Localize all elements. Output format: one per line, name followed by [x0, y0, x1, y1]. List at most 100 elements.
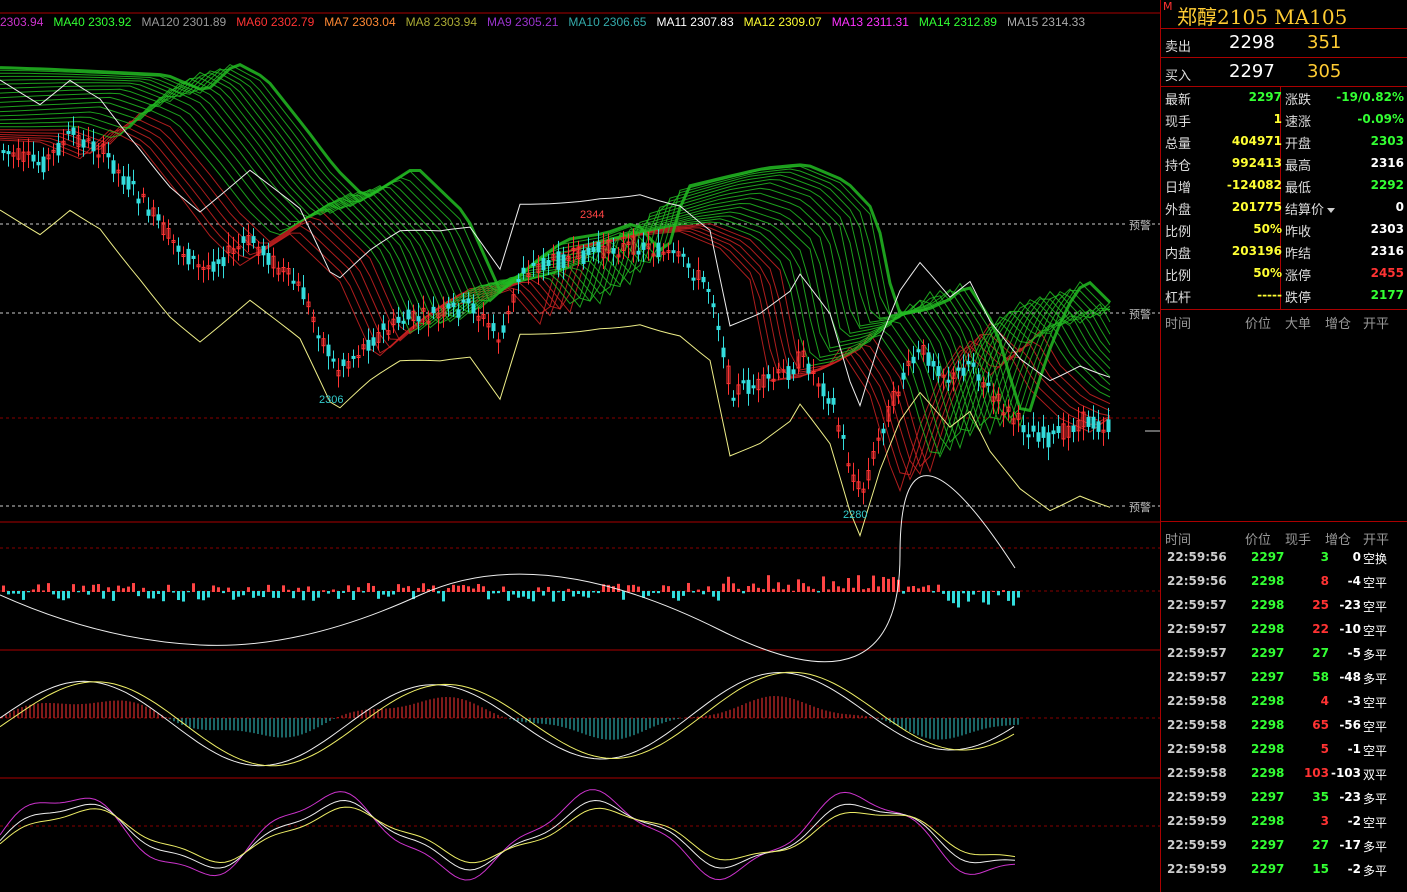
volume-bar: [622, 591, 625, 600]
volume-bar: [867, 588, 870, 592]
volume-bar: [57, 591, 60, 599]
candle-body: [691, 277, 696, 281]
quote-label: 涨跌: [1285, 93, 1312, 108]
volume-bar: [652, 591, 655, 593]
candle-body: [961, 367, 966, 376]
tick-vol: 27: [1312, 646, 1329, 660]
tick-type: 多平: [1363, 672, 1388, 686]
volume-bar: [787, 584, 790, 592]
volume-bar: [192, 583, 195, 592]
tick-time: 22:59:57: [1167, 622, 1227, 636]
tick-time: 22:59:57: [1167, 646, 1227, 660]
volume-bar: [132, 583, 135, 592]
tick-price: 2298: [1251, 622, 1285, 636]
quote-row: 总量 404971 开盘 2303: [1161, 131, 1407, 153]
candle-body: [156, 214, 161, 221]
candle-body: [501, 325, 506, 333]
candle-body: [416, 316, 421, 322]
candle-body: [261, 245, 266, 256]
volume-bar: [612, 586, 615, 592]
quote-label: 内盘: [1165, 247, 1192, 262]
candle-body: [1106, 419, 1111, 433]
candle-body: [106, 153, 111, 158]
column-header: 价位: [1245, 317, 1272, 332]
tick-chg: -17: [1339, 838, 1361, 852]
volume-bar: [397, 584, 400, 592]
candle-body: [81, 139, 86, 148]
kdj-line: [0, 799, 1016, 871]
tick-row: 22:59:57 2297 58 -48 多平: [1161, 666, 1407, 690]
candle-body: [461, 299, 466, 303]
kdj-line: [0, 806, 1016, 864]
volume-bar: [557, 591, 560, 593]
volume-bar: [67, 591, 70, 599]
quote-value: 50%: [1253, 222, 1282, 236]
quote-row: 持仓 992413 最高 2316: [1161, 153, 1407, 175]
volume-bar: [547, 586, 550, 592]
volume-bar: [32, 589, 35, 592]
dropdown-arrow-icon[interactable]: [1327, 208, 1336, 213]
tick-chg: -103: [1330, 766, 1361, 780]
candle-body: [451, 302, 456, 308]
quote-value: 1: [1273, 112, 1282, 126]
contract-title[interactable]: 郑醇2105 MA105: [1177, 1, 1347, 30]
candle-body: [331, 358, 336, 362]
volume-bar: [172, 591, 175, 593]
kline-chart-area[interactable]: 2303.94 MA40 2303.92 MA120 2301.89 MA60 230…: [0, 0, 1160, 892]
ma-legend-item: MA9 2305.21: [487, 15, 559, 29]
volume-bar: [292, 591, 295, 599]
volume-bar: [512, 591, 515, 595]
volume-bar: [282, 585, 285, 592]
ma-legend-item: MA40 2303.92: [53, 15, 132, 29]
volume-bar: [877, 586, 880, 592]
volume-bar: [672, 591, 675, 599]
candle-body: [1096, 421, 1101, 432]
volume-bar: [307, 586, 310, 592]
volume-bar: [912, 585, 915, 592]
volume-bar: [752, 583, 755, 592]
volume-bar: [147, 591, 150, 599]
volume-bar: [177, 591, 180, 601]
candle-body: [146, 209, 151, 216]
candle-body: [1086, 416, 1091, 427]
candle-body: [806, 363, 811, 374]
kline-chart-svg[interactable]: [0, 0, 1160, 892]
volume-bar: [502, 586, 505, 592]
tick-price: 2297: [1251, 670, 1285, 684]
candle-body: [66, 130, 71, 134]
warning-line-label-1[interactable]: 预警: [1128, 217, 1152, 233]
volume-bar: [982, 591, 985, 603]
volume-bar: [952, 591, 955, 604]
tick-type: 多平: [1363, 864, 1388, 878]
volume-bar: [702, 591, 705, 595]
candle-body: [976, 374, 981, 381]
tick-row: 22:59:58 2298 65 -56 空平: [1161, 714, 1407, 738]
quote-row: 内盘 203196 昨结 2316: [1161, 241, 1407, 263]
candle-body: [986, 382, 991, 386]
candle-body: [681, 253, 686, 257]
quote-row: 日增 -124082 最低 2292: [1161, 175, 1407, 197]
volume-bar: [792, 590, 795, 592]
tick-vol: 35: [1312, 790, 1329, 804]
tick-list[interactable]: 22:59:56 2297 3 0 空换 22:59:56 2298 8 -4 空平 22:59:5…: [1161, 546, 1407, 892]
column-header: 大单: [1285, 317, 1312, 332]
volume-bar: [37, 584, 40, 592]
volume-bar: [697, 589, 700, 592]
quote-row: 最新 2297 涨跌 -19/0.82%: [1161, 87, 1407, 109]
candle-body: [531, 262, 536, 266]
volume-bar: [392, 591, 395, 595]
candle-body: [71, 127, 76, 135]
quote-value: 201775: [1231, 200, 1282, 214]
candle-body: [211, 261, 216, 272]
quote-value: 50%: [1253, 266, 1282, 280]
volume-bar: [7, 591, 10, 595]
warning-line-label-3[interactable]: 预警: [1128, 499, 1152, 515]
tick-vol: 25: [1312, 598, 1329, 612]
volume-bar: [577, 591, 580, 594]
volume-bar: [1002, 590, 1005, 592]
warning-line-label-2[interactable]: 预警: [1128, 306, 1152, 322]
volume-bar: [422, 583, 425, 592]
volume-bar: [487, 591, 490, 600]
tick-chg: -5: [1347, 646, 1361, 660]
tick-price: 2298: [1251, 598, 1285, 612]
